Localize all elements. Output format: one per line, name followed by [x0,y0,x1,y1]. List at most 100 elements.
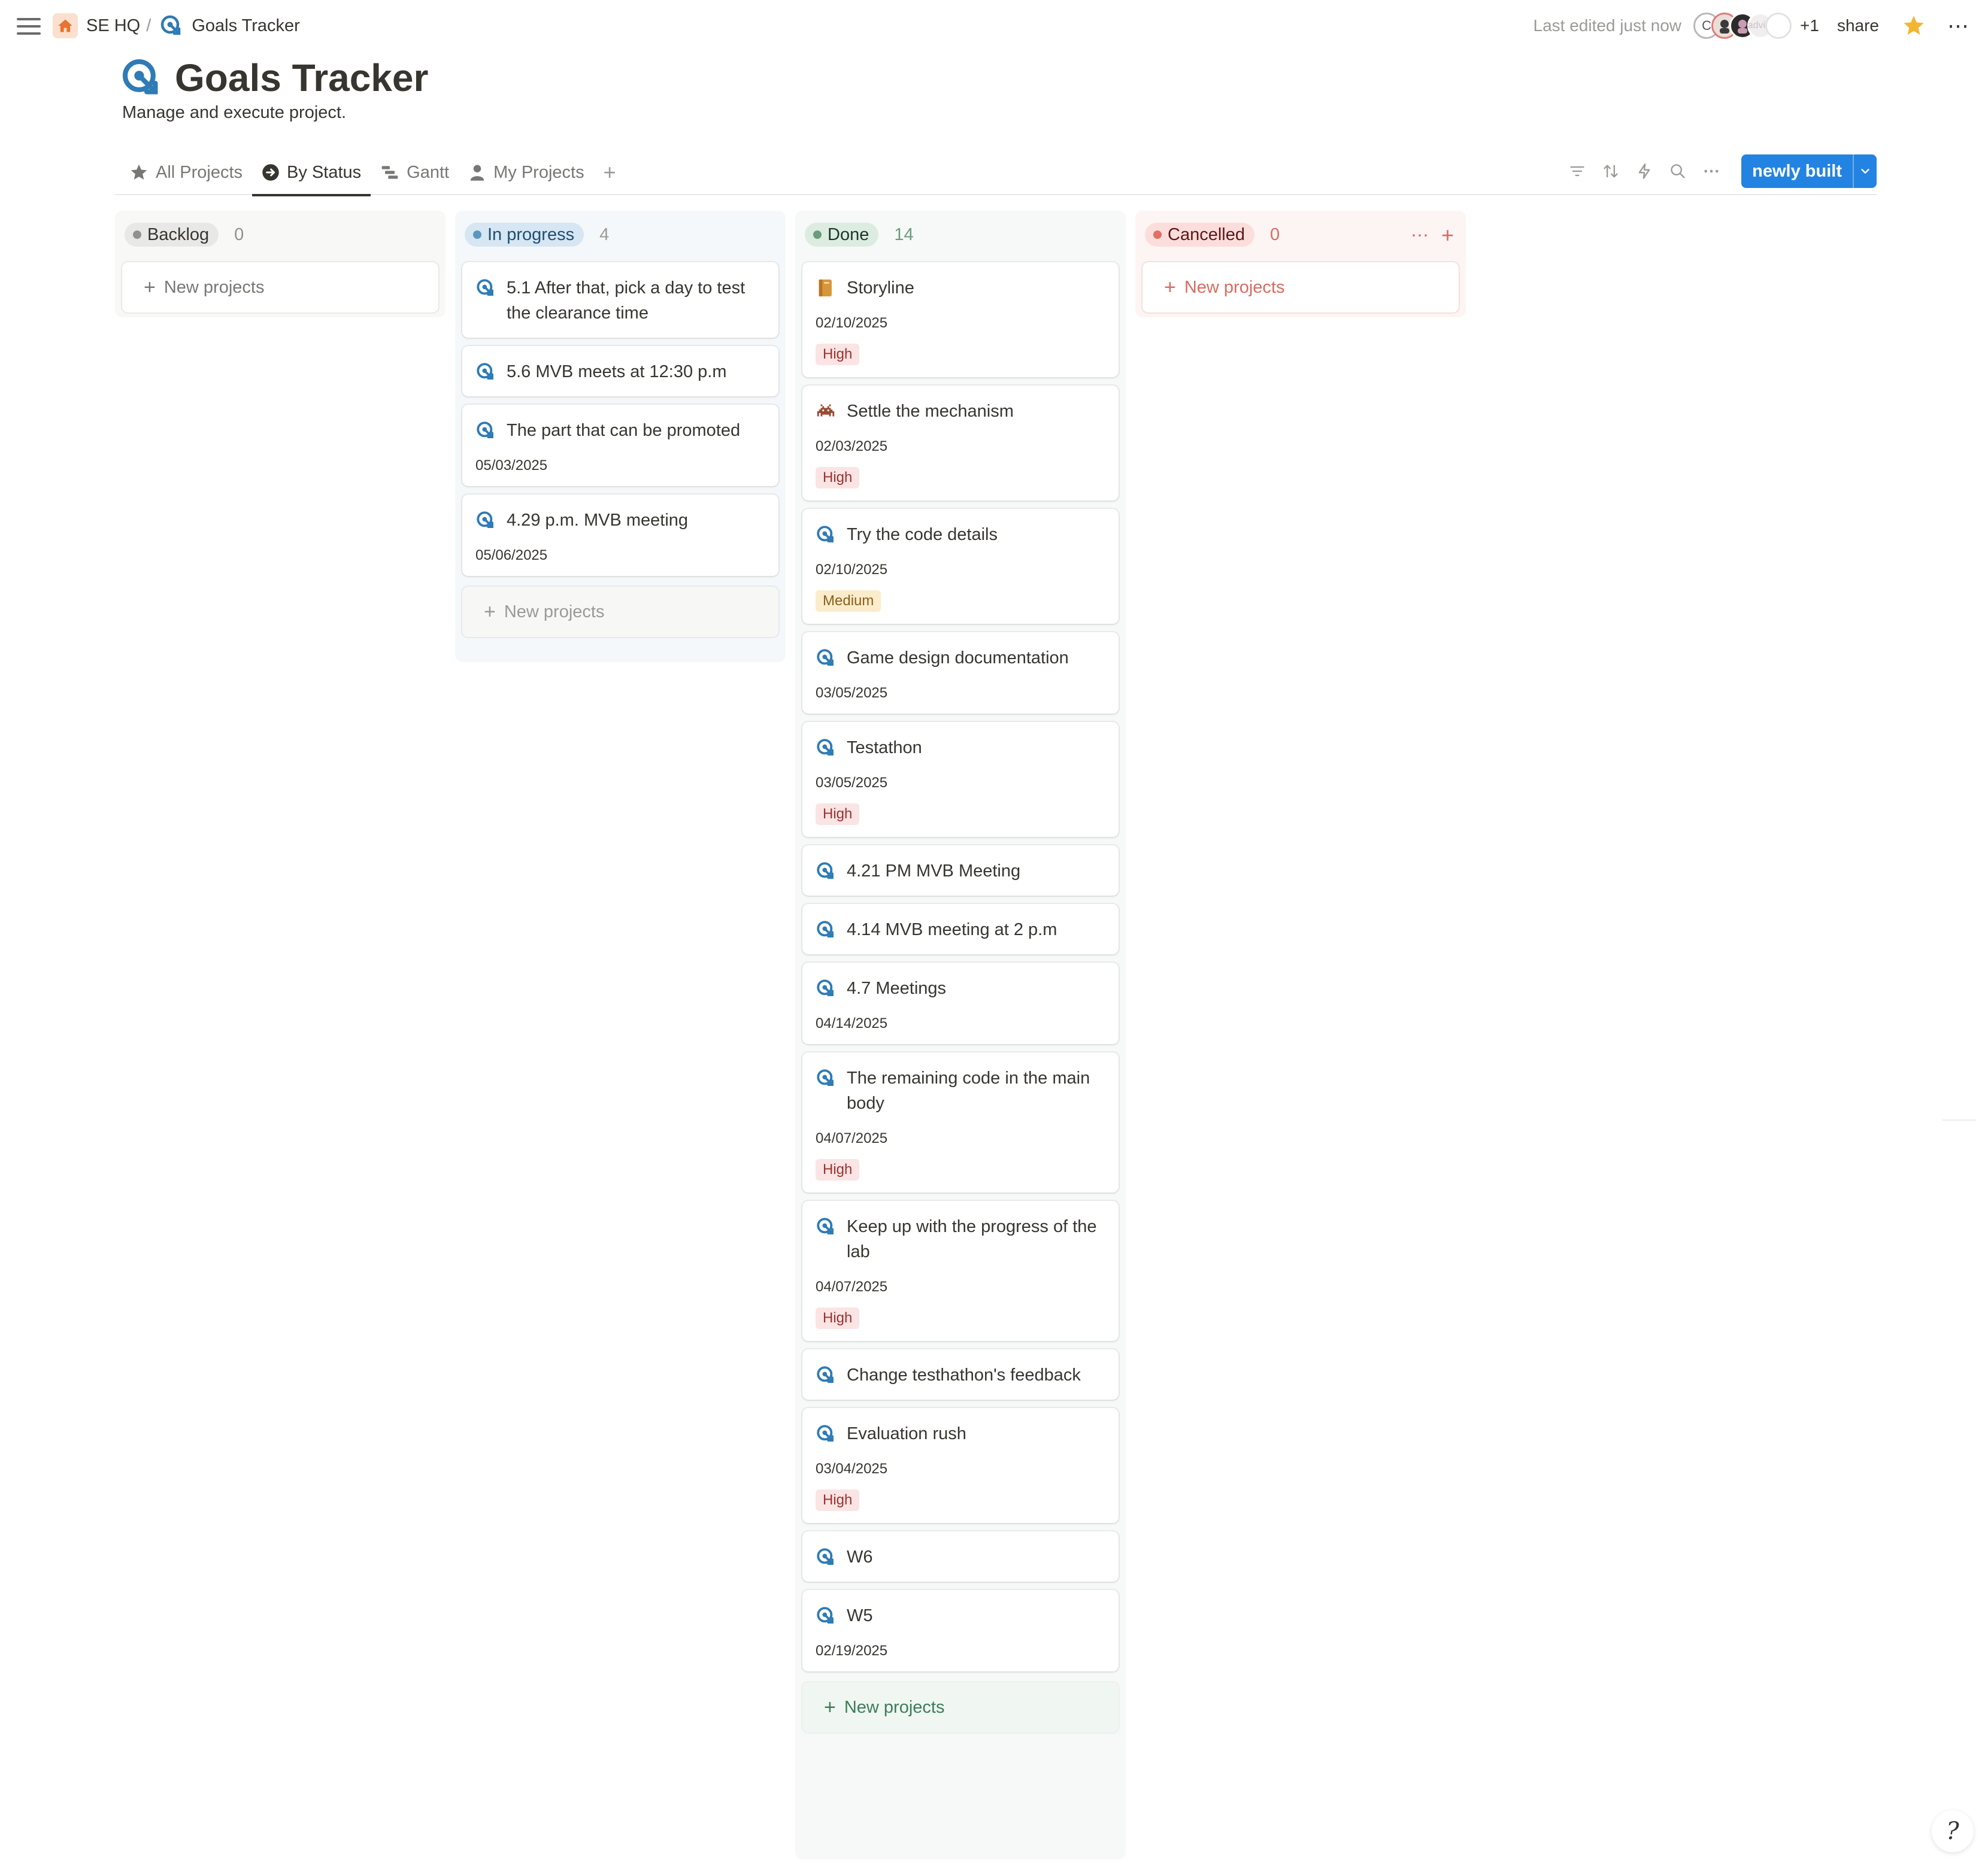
project-card[interactable]: Try the code details 02/10/2025 Medium [802,509,1119,624]
project-card[interactable]: 4.7 Meetings 04/14/2025 [802,963,1119,1044]
card-list: 5.1 After that, pick a day to test the c… [462,262,778,576]
star-icon [131,164,147,180]
card-date: 02/10/2025 [816,562,888,578]
project-card[interactable]: 5.6 MVB meets at 12:30 p.m [462,346,778,396]
column-in-progress: In progress 4 5.1 After that, pick a day… [455,211,786,662]
card-date: 04/07/2025 [816,1130,888,1146]
card-title-row: 4.21 PM MVB Meeting [816,858,1107,884]
help-button[interactable]: ? [1932,1810,1974,1852]
status-badge[interactable]: Cancelled [1145,223,1254,247]
tab-gantt[interactable]: Gantt [371,150,459,195]
goal-icon [475,362,496,382]
card-title: 5.6 MVB meets at 12:30 p.m [507,362,727,381]
book-icon [816,278,836,298]
extra-collaborators-count[interactable]: +1 [1800,16,1819,35]
project-card[interactable]: The part that can be promoted 05/03/2025 [462,405,778,486]
goal-icon [816,861,836,881]
status-badge[interactable]: In progress [465,223,584,247]
project-card[interactable]: 4.21 PM MVB Meeting [802,845,1119,896]
avatar[interactable] [1765,13,1792,39]
card-tag-row: Medium [816,578,1107,612]
breadcrumb-separator: / [146,16,151,35]
project-card[interactable]: Storyline 02/10/2025 High [802,262,1119,377]
card-title-row: W5 [816,1603,1107,1628]
collaborator-avatars[interactable]: C advith [1693,13,1792,39]
page-title[interactable]: Goals Tracker [175,56,428,100]
status-label: Backlog [147,224,210,244]
card-title-row: Change testhathon's feedback [816,1363,1107,1388]
project-card[interactable]: W5 02/19/2025 [802,1590,1119,1671]
goal-icon [816,920,836,940]
tab-label: Gantt [407,162,450,182]
more-icon[interactable] [1695,154,1728,188]
column-header: In progress 4 [462,218,778,251]
card-tag-row: High [816,332,1107,365]
project-card[interactable]: Settle the mechanism 02/03/2025 High [802,386,1119,500]
breadcrumb-item-goals-tracker[interactable]: Goals Tracker [192,16,300,36]
sidebar-menu-icon[interactable] [17,14,41,38]
status-badge[interactable]: Backlog [125,223,219,247]
card-title-row: Storyline [816,275,1107,301]
new-project-label: New projects [504,602,605,621]
more-options-icon[interactable]: ⋯ [1947,13,1970,38]
card-title-row: 5.6 MVB meets at 12:30 p.m [475,359,766,384]
project-card[interactable]: 4.29 p.m. MVB meeting 05/06/2025 [462,494,778,576]
card-date: 03/05/2025 [816,775,888,791]
scroll-indicator[interactable] [1942,1119,1976,1121]
project-card[interactable]: 4.14 MVB meeting at 2 p.m [802,904,1119,954]
tab-my-projects[interactable]: My Projects [459,150,593,195]
new-project-button[interactable]: + New projects [1143,262,1459,312]
sort-icon[interactable] [1594,154,1628,188]
card-title-row: Testathon [816,735,1107,760]
search-icon[interactable] [1661,154,1695,188]
status-badge[interactable]: Done [805,223,879,247]
new-project-button[interactable]: + New projects [802,1682,1119,1732]
tab-all-projects[interactable]: All Projects [120,150,252,195]
card-date: 04/07/2025 [816,1279,888,1295]
goal-icon [475,510,496,530]
column-count: 14 [894,224,914,244]
card-title: 4.21 PM MVB Meeting [847,861,1021,881]
project-card[interactable]: Testathon 03/05/2025 High [802,722,1119,837]
goal-icon[interactable] [120,56,163,99]
plus-icon: + [1164,275,1176,299]
page-description[interactable]: Manage and execute project. [122,103,346,123]
card-title: Game design documentation [847,648,1069,667]
project-card[interactable]: W6 [802,1531,1119,1582]
card-title: Change testhathon's feedback [847,1366,1081,1385]
column-add-icon[interactable]: + [1441,223,1454,248]
project-card[interactable]: Keep up with the progress of the lab 04/0… [802,1201,1119,1341]
project-card[interactable]: The remaining code in the main body 04/07… [802,1052,1119,1193]
share-button[interactable]: share [1837,16,1879,35]
priority-badge: High [816,1159,860,1181]
card-title: Storyline [847,278,914,298]
chevron-down-icon[interactable] [1853,154,1877,188]
goal-icon [816,1547,836,1567]
new-project-button[interactable]: + New projects [462,587,778,637]
project-card[interactable]: 5.1 After that, pick a day to test the c… [462,262,778,338]
filter-icon[interactable] [1560,154,1594,188]
add-view-button[interactable]: + [594,160,626,185]
goal-icon [475,420,496,441]
status-dot [133,230,141,239]
newly-built-button[interactable]: newly built [1741,154,1853,188]
automation-icon[interactable] [1628,154,1661,188]
tab-by-status[interactable]: By Status [252,150,371,196]
card-title-row: Keep up with the progress of the lab [816,1214,1107,1264]
status-label: Done [828,224,869,244]
goal-icon [816,1068,836,1088]
person-icon [470,165,484,181]
project-card[interactable]: Change testhathon's feedback [802,1349,1119,1400]
column-more-icon[interactable]: ⋯ [1411,225,1429,246]
new-project-button[interactable]: + New projects [122,262,438,312]
column-actions: ⋯ + [1411,223,1454,248]
goal-icon [475,278,496,298]
card-date: 02/10/2025 [816,315,888,331]
priority-badge: High [816,344,860,365]
project-card[interactable]: Evaluation rush 03/04/2025 High [802,1408,1119,1523]
breadcrumb-item-se-hq[interactable]: SE HQ [86,16,140,36]
card-title-row: 4.7 Meetings [816,976,1107,1001]
favorite-star-icon[interactable] [1902,14,1926,38]
card-title-row: The part that can be promoted [475,418,766,443]
project-card[interactable]: Game design documentation 03/05/2025 [802,632,1119,714]
